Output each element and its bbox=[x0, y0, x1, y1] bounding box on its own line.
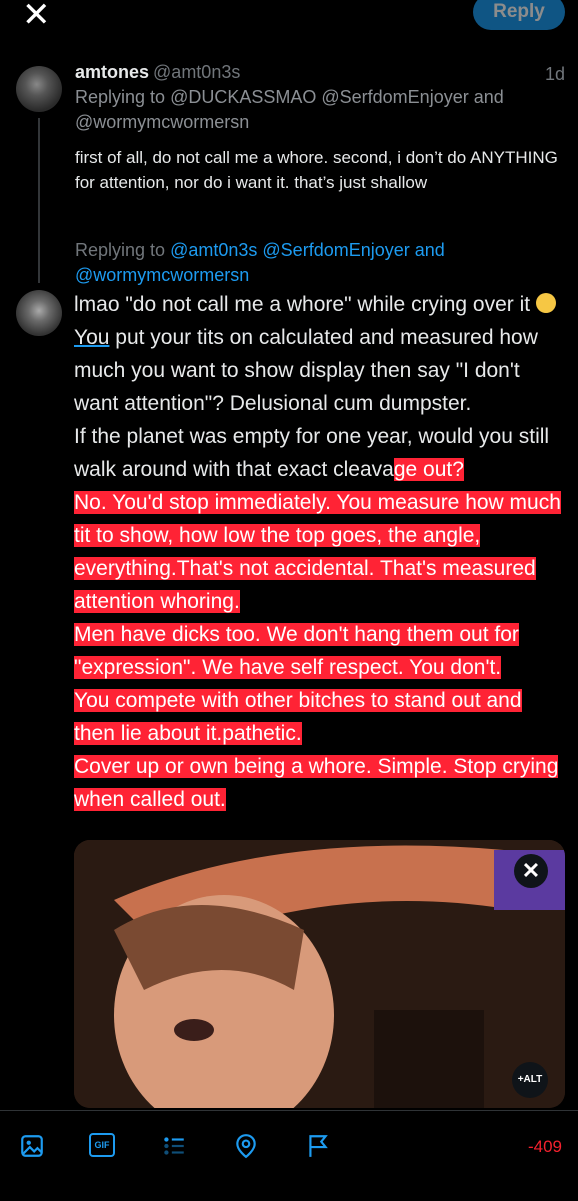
over-limit-text: No. You'd stop immediately. You measure … bbox=[74, 491, 561, 613]
mention-link[interactable]: @SerfdomEnjoyer bbox=[262, 240, 409, 260]
replying-to: Replying to @DUCKASSMAO @SerfdomEnjoyer … bbox=[75, 85, 565, 135]
image-icon[interactable] bbox=[19, 1133, 45, 1159]
tweet-text: first of all, do not call me a whore. se… bbox=[75, 148, 558, 192]
tweet-time: 1d bbox=[544, 64, 565, 84]
mention-link[interactable]: @amt0n3s bbox=[170, 240, 257, 260]
replying-prefix: Replying to bbox=[75, 87, 166, 107]
reply-text: lmao "do not call me a whore" while cryi… bbox=[74, 293, 536, 316]
top-bar: ✕ Reply bbox=[0, 0, 578, 32]
remove-media-button[interactable]: ✕ bbox=[514, 854, 548, 888]
compose-toolbar: GIF -409 bbox=[0, 1110, 578, 1201]
reply-compose-text[interactable]: lmao "do not call me a whore" while cryi… bbox=[74, 288, 566, 816]
replying-to: Replying to @amt0n3s @SerfdomEnjoyer and… bbox=[75, 238, 555, 288]
and-word: and bbox=[414, 240, 445, 260]
spellcheck-word[interactable]: You bbox=[74, 326, 109, 349]
reply-text: If the planet was empty for one year, wo… bbox=[74, 425, 550, 481]
avatar[interactable] bbox=[16, 66, 62, 112]
alt-text-button[interactable]: +ALT bbox=[512, 1062, 548, 1098]
over-limit-text: You compete with other bitches to stand … bbox=[74, 689, 522, 745]
replying-prefix: Replying to bbox=[75, 240, 166, 260]
gif-icon[interactable]: GIF bbox=[89, 1133, 115, 1157]
over-limit-text: Men have dicks too. We don't hang them o… bbox=[74, 623, 519, 679]
gif-frame bbox=[74, 840, 565, 1108]
reply-button[interactable]: Reply bbox=[473, 0, 565, 30]
mention-link[interactable]: @wormymcwormersn bbox=[75, 265, 249, 285]
location-icon[interactable] bbox=[233, 1133, 259, 1159]
over-limit-text: Cover up or own being a whore. Simple. S… bbox=[74, 755, 559, 811]
flag-icon[interactable] bbox=[305, 1133, 331, 1159]
attached-gif[interactable]: ✕ +ALT bbox=[74, 840, 565, 1108]
over-limit-text: ge out? bbox=[393, 458, 464, 481]
thread-connector bbox=[38, 118, 40, 283]
avatar[interactable] bbox=[16, 290, 62, 336]
laughing-emoji-icon bbox=[535, 293, 556, 313]
character-counter: -409 bbox=[527, 1137, 562, 1156]
close-icon[interactable]: ✕ bbox=[22, 0, 51, 32]
reply-text: put your tits on calculated and measured… bbox=[74, 326, 538, 415]
author-handle[interactable]: @amt0n3s bbox=[153, 62, 240, 82]
poll-icon[interactable] bbox=[161, 1133, 187, 1159]
author-name[interactable]: amtones bbox=[75, 62, 149, 82]
parent-tweet: amtones @amt0n3s 1d Replying to @DUCKASSM… bbox=[75, 62, 565, 195]
